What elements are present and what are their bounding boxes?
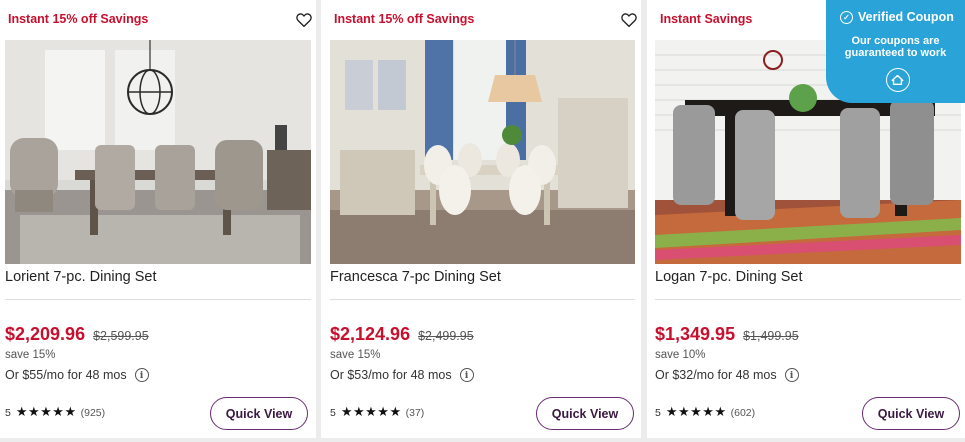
rating-value: 5 bbox=[5, 406, 11, 419]
verified-coupon-badge[interactable]: ✓ Verified Coupon Our coupons are guaran… bbox=[826, 0, 965, 103]
sale-price: $2,209.96 bbox=[5, 324, 86, 344]
financing-info: Or $32/mo for 48 mos i bbox=[655, 368, 799, 382]
financing-text: Or $32/mo for 48 mos bbox=[655, 368, 777, 382]
price-row: $2,124.96 $2,499.95 bbox=[330, 324, 474, 345]
check-circle-icon: ✓ bbox=[840, 10, 853, 24]
divider bbox=[655, 299, 961, 300]
divider bbox=[330, 299, 635, 300]
rating: 5 ★★★★★ (602) bbox=[655, 405, 755, 420]
product-name[interactable]: Logan 7-pc. Dining Set bbox=[655, 269, 803, 285]
product-name[interactable]: Lorient 7-pc. Dining Set bbox=[5, 269, 157, 285]
coupon-title-text: Verified Coupon bbox=[858, 10, 954, 24]
price-row: $2,209.96 $2,599.95 bbox=[5, 324, 149, 345]
promo-label: Instant Savings bbox=[660, 12, 753, 26]
financing-info: Or $53/mo for 48 mos i bbox=[330, 368, 474, 382]
star-icon: ★★★★★ bbox=[665, 405, 727, 420]
star-icon: ★★★★★ bbox=[15, 405, 77, 420]
divider bbox=[5, 299, 311, 300]
coupon-line-1: Our coupons are bbox=[851, 35, 940, 47]
product-card-lorient: Instant 15% off Savings Lorient 7-pc. Di… bbox=[0, 0, 316, 438]
coupon-title: ✓ Verified Coupon bbox=[840, 10, 954, 24]
info-icon[interactable]: i bbox=[134, 368, 149, 382]
review-count[interactable]: (925) bbox=[81, 407, 106, 419]
review-count[interactable]: (37) bbox=[406, 407, 425, 419]
original-price: $2,599.95 bbox=[93, 329, 149, 343]
original-price: $2,499.95 bbox=[418, 329, 474, 343]
sale-price: $2,124.96 bbox=[330, 324, 411, 344]
coupon-line-2: guaranteed to work bbox=[844, 47, 947, 59]
product-image[interactable] bbox=[5, 40, 311, 264]
quick-view-button[interactable]: Quick View bbox=[862, 397, 960, 430]
financing-info: Or $55/mo for 48 mos i bbox=[5, 368, 149, 382]
heart-outline-icon[interactable] bbox=[620, 11, 638, 29]
savings-percent: save 15% bbox=[5, 349, 56, 361]
rating-value: 5 bbox=[330, 406, 336, 419]
sale-price: $1,349.95 bbox=[655, 324, 736, 344]
product-name[interactable]: Francesca 7-pc Dining Set bbox=[330, 269, 501, 285]
promo-label: Instant 15% off Savings bbox=[8, 12, 149, 26]
product-image[interactable] bbox=[330, 40, 635, 264]
savings-percent: save 15% bbox=[330, 349, 381, 361]
financing-text: Or $53/mo for 48 mos bbox=[330, 368, 452, 382]
info-icon[interactable]: i bbox=[459, 368, 474, 382]
quick-view-button[interactable]: Quick View bbox=[210, 397, 308, 430]
info-icon[interactable]: i bbox=[784, 368, 799, 382]
rating: 5 ★★★★★ (925) bbox=[5, 405, 105, 420]
price-row: $1,349.95 $1,499.95 bbox=[655, 324, 799, 345]
savings-percent: save 10% bbox=[655, 349, 706, 361]
product-card-francesca: Instant 15% off Savings Francesca 7-pc D… bbox=[321, 0, 641, 438]
heart-outline-icon[interactable] bbox=[295, 11, 313, 29]
house-logo-icon bbox=[886, 68, 910, 92]
star-icon: ★★★★★ bbox=[340, 405, 402, 420]
rating: 5 ★★★★★ (37) bbox=[330, 405, 424, 420]
rating-value: 5 bbox=[655, 406, 661, 419]
review-count[interactable]: (602) bbox=[731, 407, 756, 419]
financing-text: Or $55/mo for 48 mos bbox=[5, 368, 127, 382]
coupon-guarantee-text: Our coupons are guaranteed to work bbox=[826, 35, 965, 59]
original-price: $1,499.95 bbox=[743, 329, 799, 343]
promo-label: Instant 15% off Savings bbox=[334, 12, 475, 26]
quick-view-button[interactable]: Quick View bbox=[536, 397, 634, 430]
